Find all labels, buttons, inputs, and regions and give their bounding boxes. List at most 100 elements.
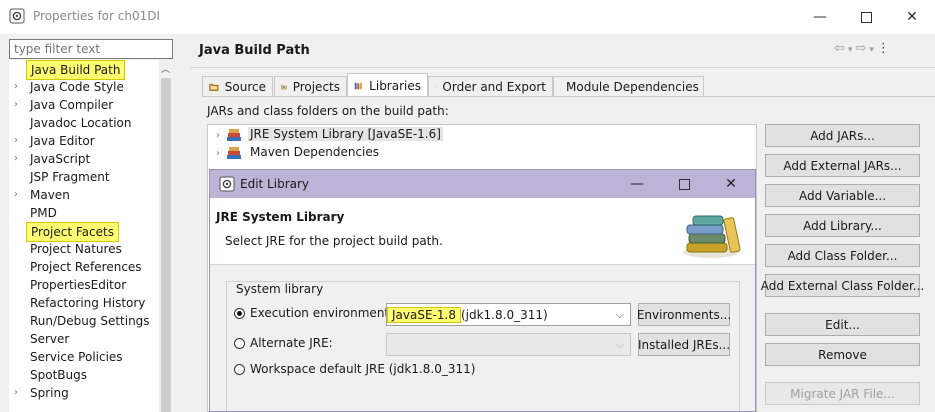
chevron-right-icon[interactable]: › [14, 384, 18, 402]
maximize-icon [678, 178, 690, 190]
tree-item-label: JSP Fragment [30, 170, 110, 184]
filter-input[interactable] [9, 39, 173, 59]
property-tree: Java Build Path › Java Code Style › Java Com… [9, 60, 172, 412]
tree-item-label: Java Compiler [30, 98, 114, 112]
tree-item[interactable]: Project Natures [9, 240, 159, 258]
add-jars-button[interactable]: Add JARs... [765, 124, 920, 147]
tree-item-label: Maven [30, 188, 70, 202]
dialog-close-button[interactable]: ✕ [708, 170, 754, 198]
minimize-button[interactable]: — [797, 0, 843, 34]
tab-projects[interactable]: Projects [274, 76, 347, 96]
scrollbar-thumb[interactable] [161, 78, 171, 412]
view-menu-icon[interactable]: ⋮ [877, 41, 893, 56]
tree-item[interactable]: Run/Debug Settings [9, 312, 159, 330]
tree-item-label: Project Natures [30, 242, 122, 256]
dialog-window-icon [219, 176, 235, 192]
dialog-maximize-button[interactable] [661, 170, 707, 198]
build-path-entry-jre[interactable]: › JRE System Library [JavaSE-1.6] [216, 125, 443, 143]
tree-item-label: PropertiesEditor [30, 278, 127, 292]
forward-arrow-icon[interactable]: ⇨ [855, 41, 869, 56]
tree-item[interactable]: PropertiesEditor [9, 276, 159, 294]
header-divider [190, 67, 935, 68]
minimize-icon: — [813, 9, 827, 25]
tree-item-label: JavaScript [30, 152, 91, 166]
chevron-down-icon[interactable]: ▾ [869, 45, 877, 55]
dialog-description: Select JRE for the project build path. [225, 234, 443, 248]
tree-item[interactable]: Server [9, 330, 159, 348]
tree-item-label: Server [30, 332, 70, 346]
tree-item[interactable]: › Java Compiler [9, 96, 159, 114]
tab-module-dependencies[interactable]: Module Dependencies [553, 76, 704, 96]
migrate-jar-button[interactable]: Migrate JAR File... [765, 382, 920, 405]
tab-divider [202, 96, 935, 97]
scroll-up-icon[interactable]: ︿ [161, 62, 170, 75]
environments-button[interactable]: Environments... [637, 303, 731, 326]
tab-source[interactable]: Source [202, 76, 273, 96]
tree-item-label: SpotBugs [30, 368, 87, 382]
maximize-icon [860, 11, 872, 23]
combo-detail: (jdk1.8.0_311) [460, 307, 548, 322]
back-arrow-icon[interactable]: ⇦ [834, 41, 848, 56]
execution-environment-select[interactable]: JavaSE-1.8 (jdk1.8.0_311) ⌵ [386, 303, 631, 326]
chevron-right-icon[interactable]: › [14, 150, 18, 168]
minimize-icon: — [630, 176, 644, 192]
tree-item[interactable]: › Java Editor [9, 132, 159, 150]
add-class-folder-button[interactable]: Add Class Folder... [765, 244, 920, 267]
tab-order-and-export[interactable]: Order and Export [428, 76, 553, 96]
alternate-jre-select[interactable]: ⌵ [386, 333, 631, 356]
tab-libraries[interactable]: Libraries [347, 73, 428, 97]
add-external-class-folder-button[interactable]: Add External Class Folder... [761, 274, 924, 297]
dialog-heading: JRE System Library [216, 210, 345, 224]
tree-item[interactable]: Service Policies [9, 348, 159, 366]
tree-item-label: Project References [30, 260, 142, 274]
tree-item-label: Service Policies [30, 350, 123, 364]
chevron-right-icon[interactable]: › [14, 96, 18, 114]
tree-item[interactable]: Refactoring History [9, 294, 159, 312]
close-icon: ✕ [725, 176, 737, 192]
tree-item[interactable]: › JavaScript [9, 150, 159, 168]
add-external-jars-button[interactable]: Add External JARs... [765, 154, 920, 177]
tree-item[interactable]: Project References [9, 258, 159, 276]
tree-item[interactable]: › Spring [9, 384, 159, 402]
add-library-button[interactable]: Add Library... [765, 214, 920, 237]
maximize-button[interactable] [843, 0, 889, 34]
tree-item[interactable]: Javadoc Location [9, 114, 159, 132]
chevron-right-icon[interactable]: › [14, 78, 18, 96]
combo-highlight: JavaSE-1.8 [387, 306, 461, 323]
tree-item[interactable]: Project Facets [9, 222, 159, 242]
tree-scrollbar[interactable]: ︿ [159, 60, 173, 412]
close-button[interactable]: ✕ [889, 0, 935, 34]
tree-item[interactable]: › Maven [9, 186, 159, 204]
chevron-down-icon: ⌵ [615, 308, 624, 321]
chevron-right-icon[interactable]: › [14, 186, 18, 204]
add-variable-button[interactable]: Add Variable... [765, 184, 920, 207]
dialog-minimize-button[interactable]: — [614, 170, 660, 198]
library-icon [227, 128, 241, 141]
tree-item-label: Javadoc Location [30, 116, 132, 130]
chevron-right-icon[interactable]: › [14, 132, 18, 150]
execution-environment-label: Execution environment: [250, 306, 394, 320]
tree-item[interactable]: JSP Fragment [9, 168, 159, 186]
workspace-default-jre-radio[interactable] [234, 364, 245, 375]
library-icon [227, 146, 241, 159]
chevron-right-icon[interactable]: › [216, 130, 220, 141]
tree-item[interactable]: Java Build Path [9, 60, 159, 80]
alternate-jre-radio[interactable] [234, 338, 245, 349]
project-folder-icon [281, 84, 287, 89]
dialog-title: Edit Library [240, 177, 310, 191]
tree-item-label: Java Build Path [26, 60, 126, 80]
build-path-entry-maven[interactable]: › Maven Dependencies [216, 143, 381, 161]
execution-environment-radio[interactable] [234, 308, 245, 319]
remove-button[interactable]: Remove [765, 343, 920, 366]
edit-button[interactable]: Edit... [765, 313, 920, 336]
tree-item-label: Refactoring History [30, 296, 146, 310]
library-books-icon [354, 82, 362, 89]
chevron-right-icon[interactable]: › [216, 148, 220, 159]
pane-splitter[interactable] [174, 34, 180, 412]
installed-jres-button[interactable]: Installed JREs... [638, 333, 730, 356]
tree-item[interactable]: › Java Code Style [9, 78, 159, 96]
edit-library-dialog: Edit Library — ✕ JRE System Library Sele… [209, 169, 756, 412]
tree-item[interactable]: SpotBugs [9, 366, 159, 384]
tree-item[interactable]: PMD [9, 204, 159, 222]
window-titlebar: Properties for ch01DI — ✕ [0, 0, 935, 34]
